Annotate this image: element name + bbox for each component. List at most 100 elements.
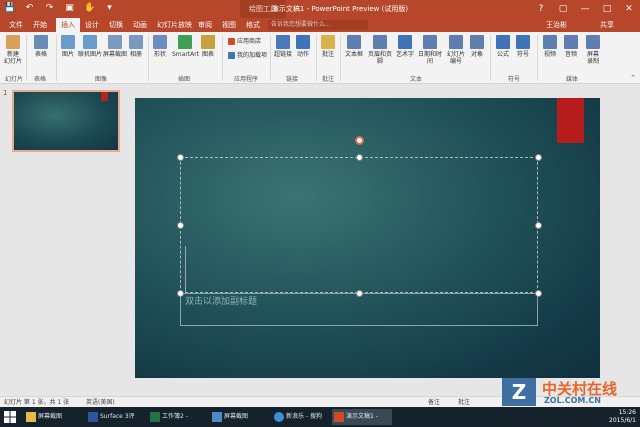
minimize-button[interactable]: — bbox=[574, 0, 596, 18]
action-icon bbox=[296, 35, 310, 49]
pi-icon bbox=[496, 35, 510, 49]
smartart-button[interactable]: SmartArt bbox=[172, 35, 199, 58]
comments-button[interactable]: 批注 bbox=[458, 398, 470, 407]
ribbon-tabs: 文件 开始 插入 设计 切换 动画 幻灯片放映 审阅 视图 格式 告诉我您想要做… bbox=[0, 18, 640, 32]
wordart-button[interactable]: 艺术字 bbox=[395, 35, 415, 58]
online-picture-button[interactable]: 联机图片 bbox=[78, 35, 102, 58]
shapes-button[interactable]: 形状 bbox=[152, 35, 168, 58]
title-bar: 💾 ↶ ↷ ▣ ✋ ▾ 绘图工具 演示文稿1 - PowerPoint Prev… bbox=[0, 0, 640, 18]
slide-thumbnail-panel: 1 bbox=[0, 85, 126, 396]
action-button[interactable]: 动作 bbox=[295, 35, 311, 58]
resize-handle-left[interactable] bbox=[177, 222, 184, 229]
tab-view[interactable]: 视图 bbox=[217, 18, 241, 32]
excel-icon bbox=[150, 412, 160, 422]
header-footer-button[interactable]: 页眉和页脚 bbox=[366, 35, 394, 65]
smartart-icon bbox=[178, 35, 192, 49]
group-label-comments: 批注 bbox=[322, 76, 335, 83]
chart-button[interactable]: 图表 bbox=[200, 35, 216, 58]
system-clock[interactable]: 15:26 2015/6/1 bbox=[609, 409, 636, 425]
undo-icon[interactable]: ↶ bbox=[24, 3, 35, 14]
object-button[interactable]: 对象 bbox=[468, 35, 486, 58]
thumbnail-bookmark bbox=[101, 92, 108, 101]
slide-count: 幻灯片 第 1 张，共 1 张 bbox=[4, 399, 70, 406]
quick-access-toolbar: 💾 ↶ ↷ ▣ ✋ ▾ bbox=[4, 3, 115, 14]
tab-slideshow[interactable]: 幻灯片放映 bbox=[152, 18, 197, 32]
symbol-button[interactable]: 符号 bbox=[514, 35, 532, 58]
picture-icon bbox=[61, 35, 75, 49]
equation-button[interactable]: 公式 bbox=[494, 35, 512, 58]
redo-icon[interactable]: ↷ bbox=[44, 3, 55, 14]
date-time-icon bbox=[423, 35, 437, 49]
screen-recording-icon bbox=[586, 35, 600, 49]
resize-handle-top-left[interactable] bbox=[177, 154, 184, 161]
screenshot-icon bbox=[108, 35, 122, 49]
hyperlink-button[interactable]: 超链接 bbox=[274, 35, 292, 58]
share-button[interactable]: 共享 bbox=[600, 18, 614, 32]
taskbar-item-powerpoint[interactable]: 演示文稿1 - Po... bbox=[332, 409, 392, 425]
group-label-tables: 表格 bbox=[34, 76, 47, 83]
ie-icon bbox=[274, 412, 284, 422]
wordart-icon bbox=[398, 35, 412, 49]
close-button[interactable]: ✕ bbox=[618, 0, 640, 18]
textbox-button[interactable]: 文本框 bbox=[344, 35, 364, 58]
taskbar-item-image[interactable]: 屏幕截图(22).p... bbox=[210, 409, 270, 425]
collapse-ribbon-icon[interactable]: ⌃ bbox=[630, 74, 636, 82]
chart-icon bbox=[201, 35, 215, 49]
comment-button[interactable]: 批注 bbox=[320, 35, 336, 58]
ribbon-display-icon[interactable]: ▢ bbox=[552, 0, 574, 18]
addins-icon bbox=[228, 52, 235, 59]
help-icon[interactable]: ? bbox=[530, 0, 552, 18]
resize-handle-top[interactable] bbox=[356, 154, 363, 161]
resize-handle-bottom[interactable] bbox=[356, 290, 363, 297]
tab-file[interactable]: 文件 bbox=[4, 18, 28, 32]
red-ribbon-decoration bbox=[557, 98, 584, 143]
taskbar-item-explorer[interactable]: 屏幕截图 bbox=[24, 409, 82, 425]
video-button[interactable]: 视频 bbox=[541, 35, 559, 58]
tab-transitions[interactable]: 切换 bbox=[104, 18, 128, 32]
watermark-domain: ZOL.COM.CN bbox=[544, 396, 601, 405]
slide-canvas[interactable]: 双击以添加副标题 bbox=[135, 98, 600, 378]
photo-album-button[interactable]: 相册 bbox=[128, 35, 144, 58]
picture-button[interactable]: 图片 bbox=[60, 35, 76, 58]
tab-design[interactable]: 设计 bbox=[80, 18, 104, 32]
new-slide-button[interactable]: 新建 幻灯片 bbox=[4, 35, 22, 65]
language-indicator[interactable]: 英语(美国) bbox=[86, 398, 115, 407]
photo-album-icon bbox=[129, 35, 143, 49]
taskbar-item-word[interactable]: Surface 3评测... bbox=[86, 409, 146, 425]
tab-home[interactable]: 开始 bbox=[28, 18, 52, 32]
touch-icon[interactable]: ✋ bbox=[84, 3, 95, 14]
resize-handle-bottom-left[interactable] bbox=[177, 290, 184, 297]
save-icon[interactable]: 💾 bbox=[4, 3, 15, 14]
date-time-button[interactable]: 日期和时间 bbox=[416, 35, 444, 65]
taskbar-item-browser[interactable]: 新浪乐 - 搜狗拍... bbox=[272, 409, 330, 425]
notes-button[interactable]: 备注 bbox=[428, 398, 440, 407]
tab-format[interactable]: 格式 bbox=[241, 18, 265, 32]
title-placeholder[interactable] bbox=[180, 157, 538, 293]
customize-icon[interactable]: ▾ bbox=[104, 3, 115, 14]
slide-thumbnail[interactable] bbox=[12, 90, 120, 152]
table-button[interactable]: 表格 bbox=[32, 35, 50, 58]
tab-animations[interactable]: 动画 bbox=[128, 18, 152, 32]
rotate-handle[interactable] bbox=[355, 136, 364, 145]
resize-handle-bottom-right[interactable] bbox=[535, 290, 542, 297]
slide-number-button[interactable]: 幻灯片 编号 bbox=[446, 35, 466, 65]
resize-handle-right[interactable] bbox=[535, 222, 542, 229]
group-label-slides: 幻灯片 bbox=[5, 76, 24, 83]
my-addins-button[interactable]: 我的加载项 bbox=[228, 52, 272, 59]
tab-insert[interactable]: 插入 bbox=[56, 18, 80, 32]
store-button[interactable]: 应用商店 bbox=[228, 38, 268, 45]
windows-start-icon[interactable] bbox=[4, 411, 16, 423]
present-icon[interactable]: ▣ bbox=[64, 3, 75, 14]
table-icon bbox=[34, 35, 48, 49]
tell-me-search[interactable]: 告诉我您想要做什么... bbox=[268, 20, 368, 30]
shapes-icon bbox=[153, 35, 167, 49]
hyperlink-icon bbox=[276, 35, 290, 49]
taskbar-item-excel[interactable]: 工作簿2 - Exce... bbox=[148, 409, 208, 425]
resize-handle-top-right[interactable] bbox=[535, 154, 542, 161]
user-name[interactable]: 王治彬 bbox=[546, 18, 567, 32]
screen-recording-button[interactable]: 屏幕 录制 bbox=[583, 35, 603, 65]
tab-review[interactable]: 审阅 bbox=[193, 18, 217, 32]
audio-button[interactable]: 音频 bbox=[562, 35, 580, 58]
maximize-button[interactable]: □ bbox=[596, 0, 618, 18]
screenshot-button[interactable]: 屏幕截图 bbox=[103, 35, 127, 58]
